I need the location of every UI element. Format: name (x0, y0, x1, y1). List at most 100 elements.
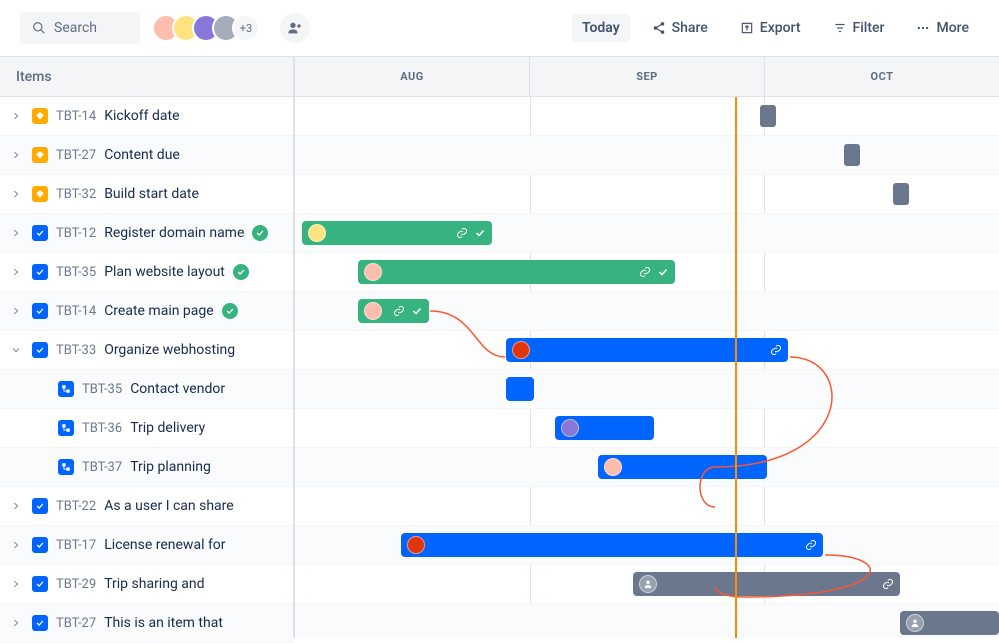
issue-title[interactable]: Kickoff date (104, 108, 179, 124)
issue-key[interactable]: TBT-14 (56, 109, 96, 124)
chart-row (295, 253, 999, 292)
assignee-avatar (364, 263, 382, 281)
chart-row (295, 487, 999, 526)
issue-key[interactable]: TBT-27 (56, 148, 96, 163)
issue-key[interactable]: TBT-27 (56, 616, 96, 631)
timeline-bar[interactable] (598, 455, 767, 479)
month-header: OCT (765, 57, 999, 96)
issue-key[interactable]: TBT-22 (56, 499, 96, 514)
chart-header: AUGSEPOCT (295, 57, 999, 97)
more-button[interactable]: More (906, 14, 979, 42)
issue-title[interactable]: Trip sharing and (104, 576, 204, 592)
issue-key[interactable]: TBT-29 (56, 577, 96, 592)
timeline-bar[interactable] (506, 377, 534, 401)
item-row[interactable]: TBT-32 Build start date (0, 175, 293, 214)
timeline-bar[interactable] (506, 338, 788, 362)
today-button[interactable]: Today (572, 14, 630, 42)
item-row[interactable]: TBT-14 Kickoff date (0, 97, 293, 136)
assignee-avatar (561, 419, 579, 437)
milestone-marker[interactable] (760, 105, 776, 127)
add-person-button[interactable] (280, 13, 310, 43)
chart-column: AUGSEPOCT (295, 57, 999, 638)
item-row[interactable]: TBT-17 License renewal for (0, 526, 293, 565)
story-icon (32, 498, 48, 514)
search-input[interactable]: Search (20, 12, 140, 44)
story-icon (32, 264, 48, 280)
export-button[interactable]: Export (730, 14, 811, 42)
avatar-overflow[interactable]: +3 (232, 14, 260, 42)
story-icon (32, 576, 48, 592)
avatar-stack[interactable]: +3 (152, 14, 260, 42)
issue-title[interactable]: Organize webhosting (104, 342, 235, 358)
item-row[interactable]: TBT-35 Contact vendor (0, 370, 293, 409)
assignee-avatar (906, 614, 924, 632)
timeline-bar[interactable] (555, 416, 654, 440)
chevron-right-icon[interactable] (8, 501, 24, 511)
timeline-bar[interactable] (633, 572, 901, 596)
timeline-bar[interactable] (358, 260, 675, 284)
share-button[interactable]: Share (642, 14, 718, 42)
done-check-icon (222, 303, 238, 319)
chevron-right-icon[interactable] (8, 618, 24, 628)
item-row[interactable]: TBT-29 Trip sharing and (0, 565, 293, 604)
item-row[interactable]: TBT-35 Plan website layout (0, 253, 293, 292)
item-row[interactable]: TBT-22 As a user I can share (0, 487, 293, 526)
today-marker (735, 97, 737, 638)
chart-body[interactable] (295, 97, 999, 638)
item-row[interactable]: TBT-14 Create main page (0, 292, 293, 331)
assignee-avatar (604, 458, 622, 476)
issue-key[interactable]: TBT-35 (82, 382, 122, 397)
search-placeholder: Search (54, 20, 97, 36)
issue-title[interactable]: Content due (104, 147, 180, 163)
item-row[interactable]: TBT-27 This is an item that (0, 604, 293, 643)
issue-key[interactable]: TBT-14 (56, 304, 96, 319)
filter-button[interactable]: Filter (823, 14, 895, 42)
chevron-right-icon[interactable] (8, 111, 24, 121)
issue-title[interactable]: Contact vendor (130, 381, 225, 397)
item-row[interactable]: TBT-12 Register domain name (0, 214, 293, 253)
issue-key[interactable]: TBT-12 (56, 226, 96, 241)
item-row[interactable]: TBT-33 Organize webhosting (0, 331, 293, 370)
timeline-bar[interactable] (900, 611, 999, 635)
timeline-bar[interactable] (358, 299, 428, 323)
item-row[interactable]: TBT-37 Trip planning (0, 448, 293, 487)
issue-title[interactable]: License renewal for (104, 537, 225, 553)
chart-row (295, 565, 999, 604)
chevron-right-icon[interactable] (8, 306, 24, 316)
assignee-avatar (639, 575, 657, 593)
issue-title[interactable]: Trip planning (130, 459, 211, 475)
chevron-right-icon[interactable] (8, 579, 24, 589)
story-icon (32, 342, 48, 358)
issue-key[interactable]: TBT-17 (56, 538, 96, 553)
issue-key[interactable]: TBT-36 (82, 421, 122, 436)
month-header: AUG (295, 57, 530, 96)
chevron-right-icon[interactable] (8, 189, 24, 199)
milestone-marker[interactable] (844, 144, 860, 166)
timeline-bar[interactable] (401, 533, 823, 557)
chevron-right-icon[interactable] (8, 228, 24, 238)
timeline-bar[interactable] (302, 221, 492, 245)
issue-key[interactable]: TBT-32 (56, 187, 96, 202)
issue-title[interactable]: This is an item that (104, 615, 223, 631)
chart-row (295, 97, 999, 136)
issue-title[interactable]: Plan website layout (104, 264, 225, 280)
share-icon (652, 21, 666, 35)
milestone-marker[interactable] (893, 183, 909, 205)
issue-title[interactable]: Create main page (104, 303, 214, 319)
issue-title[interactable]: As a user I can share (104, 498, 234, 514)
item-row[interactable]: TBT-27 Content due (0, 136, 293, 175)
chevron-right-icon[interactable] (8, 267, 24, 277)
issue-title[interactable]: Trip delivery (130, 420, 205, 436)
done-check-icon (252, 225, 268, 241)
chevron-right-icon[interactable] (8, 150, 24, 160)
chevron-right-icon[interactable] (8, 540, 24, 550)
issue-title[interactable]: Build start date (104, 186, 199, 202)
item-row[interactable]: TBT-36 Trip delivery (0, 409, 293, 448)
issue-title[interactable]: Register domain name (104, 225, 244, 241)
chart-row (295, 370, 999, 409)
issue-key[interactable]: TBT-37 (82, 460, 122, 475)
items-column: Items TBT-14Kickoff dateTBT-27Content du… (0, 57, 295, 638)
issue-key[interactable]: TBT-33 (56, 343, 96, 358)
issue-key[interactable]: TBT-35 (56, 265, 96, 280)
chevron-down-icon[interactable] (8, 345, 24, 355)
